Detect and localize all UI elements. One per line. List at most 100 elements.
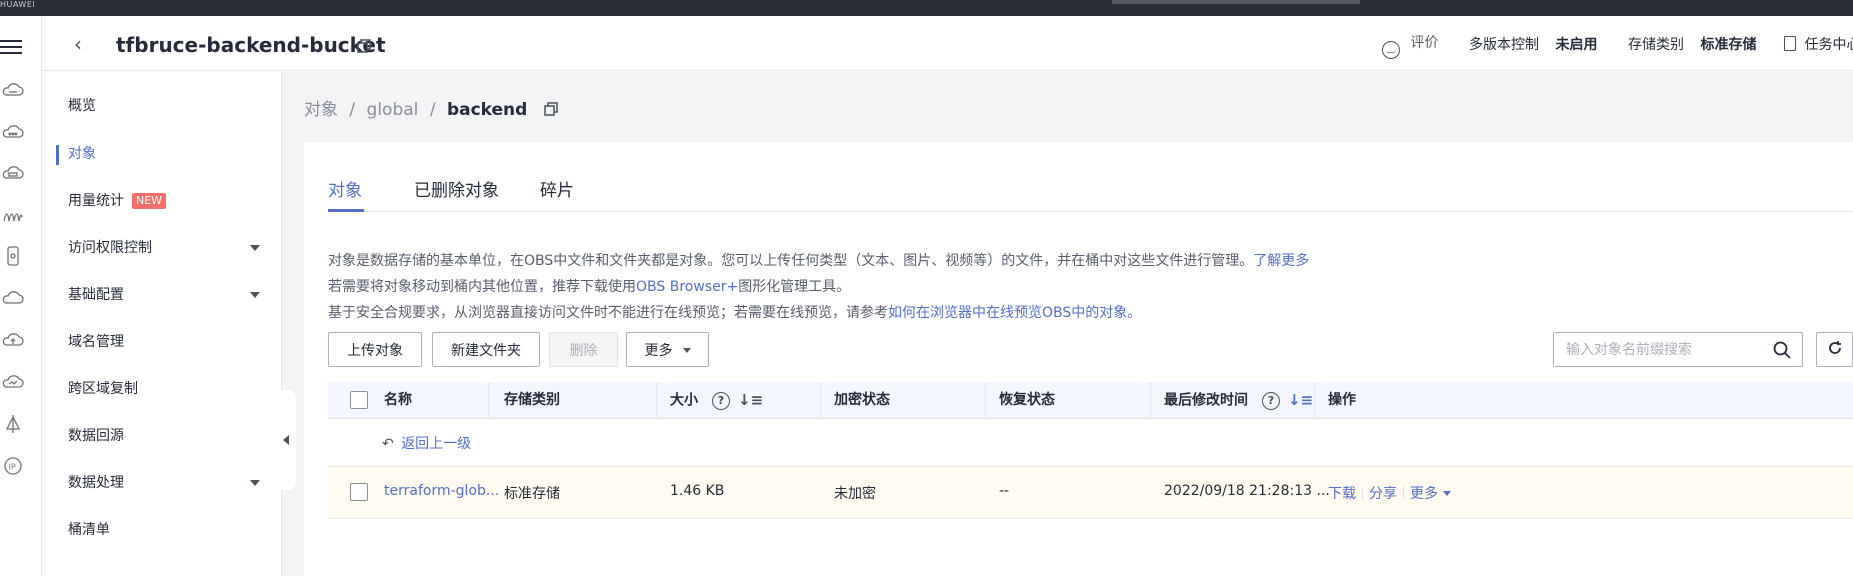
column-divider xyxy=(1314,382,1315,419)
objects-card: 对象 已删除对象 碎片 对象是数据存储的基本单位，在OBS中文件和文件夹都是对象… xyxy=(304,142,1853,576)
caret-down-icon[interactable] xyxy=(250,245,260,251)
ip-icon[interactable]: IP xyxy=(0,454,26,478)
more-link[interactable]: 更多 xyxy=(1410,486,1451,502)
bucket-header: ‹ tfbruce-backend-bucket ‿ 评价 多版本控制 未启用 … xyxy=(42,16,1853,71)
task-list-icon xyxy=(1784,36,1796,51)
sidebar-item-usage[interactable]: 用量统计 NEW xyxy=(68,190,167,212)
breadcrumb-current: backend xyxy=(446,100,528,120)
sidebar-item-cross-region[interactable]: 跨区域复制 xyxy=(68,378,138,400)
table-header: 名称 存储类别 大小? ↓≡ 加密状态 恢复状态 最后修改时间? ↓≡ 操作 xyxy=(328,382,1853,419)
sidebar-item-data-processing[interactable]: 数据处理 xyxy=(68,472,124,494)
preview-help-link[interactable]: 如何在浏览器中在线预览OBS中的对象。 xyxy=(888,305,1141,321)
menu-icon[interactable] xyxy=(0,36,26,58)
object-tabs: 对象 已删除对象 碎片 xyxy=(328,142,1853,212)
column-size: 大小? ↓≡ xyxy=(670,382,763,419)
tab-fragments[interactable]: 碎片 xyxy=(540,176,574,201)
network-icon[interactable] xyxy=(0,202,26,226)
upload-object-button[interactable]: 上传对象 xyxy=(328,332,422,367)
sidebar-item-domain[interactable]: 域名管理 xyxy=(68,331,124,353)
mobile-icon[interactable] xyxy=(0,244,26,268)
object-name-link[interactable]: terraform-glob... xyxy=(384,483,499,499)
task-center-label: 任务中心 xyxy=(1804,37,1853,53)
breadcrumb-global[interactable]: global xyxy=(367,100,419,120)
breadcrumb-separator: / xyxy=(429,100,436,120)
learn-more-link[interactable]: 了解更多 xyxy=(1253,253,1309,269)
search-input[interactable] xyxy=(1554,333,1754,366)
obs-browser-link[interactable]: OBS Browser+ xyxy=(636,279,738,295)
column-actions: 操作 xyxy=(1328,392,1356,408)
sidebar-item-inventory[interactable]: 桶清单 xyxy=(68,519,110,541)
sail-icon[interactable] xyxy=(0,412,26,436)
huawei-logo: HUAWEI xyxy=(0,0,36,9)
caret-down-icon[interactable] xyxy=(250,292,260,298)
cloud-monitor-icon[interactable] xyxy=(0,370,26,394)
copy-icon[interactable] xyxy=(543,101,559,117)
cloud-icon[interactable] xyxy=(0,286,26,310)
share-link[interactable]: 分享 xyxy=(1369,486,1397,502)
delete-button[interactable]: 删除 xyxy=(549,332,618,367)
breadcrumb-root[interactable]: 对象 xyxy=(304,100,338,120)
feedback-label: 评价 xyxy=(1410,35,1439,51)
sidebar-item-label: 用量统计 xyxy=(68,193,124,209)
column-size-label: 大小 xyxy=(670,392,698,409)
column-encryption: 加密状态 xyxy=(834,392,890,408)
service-icon-rail: IP xyxy=(0,16,42,576)
caret-down-icon xyxy=(682,348,691,353)
sort-icon[interactable]: ↓≡ xyxy=(738,382,763,419)
task-center-button[interactable]: 任务中心 xyxy=(1784,34,1853,54)
new-badge: NEW xyxy=(132,193,167,209)
download-link[interactable]: 下载 xyxy=(1328,486,1356,502)
sidebar-item-back-to-source[interactable]: 数据回源 xyxy=(68,425,124,447)
new-folder-button[interactable]: 新建文件夹 xyxy=(432,332,540,367)
help-icon[interactable]: ? xyxy=(712,391,730,410)
cloud-server-icon[interactable] xyxy=(0,120,26,144)
storage-class-label: 存储类别 xyxy=(1628,37,1684,53)
back-to-parent-link[interactable]: ↶ 返回上一级 xyxy=(382,433,471,453)
sidebar-item-objects[interactable]: 对象 xyxy=(68,143,96,165)
object-search[interactable] xyxy=(1553,332,1803,367)
sidebar-collapse-handle[interactable] xyxy=(278,390,296,490)
help-icon[interactable]: ? xyxy=(1262,391,1280,410)
copy-icon[interactable] xyxy=(356,38,372,54)
object-modified: 2022/09/18 21:28:13 ... xyxy=(1164,483,1330,499)
sidebar-item-overview[interactable]: 概览 xyxy=(68,95,96,117)
select-all-checkbox[interactable] xyxy=(350,391,368,409)
column-divider xyxy=(656,382,657,419)
table-row: terraform-glob... 标准存储 1.46 KB 未加密 -- 20… xyxy=(328,467,1853,519)
more-label: 更多 xyxy=(644,342,673,359)
sidebar-item-basic-config[interactable]: 基础配置 xyxy=(68,284,124,306)
refresh-button[interactable] xyxy=(1816,332,1853,367)
search-icon[interactable] xyxy=(1772,340,1792,360)
more-actions-button[interactable]: 更多 xyxy=(626,332,709,367)
svg-text:IP: IP xyxy=(9,463,16,472)
object-size: 1.46 KB xyxy=(670,483,725,499)
cloud-upload-icon[interactable] xyxy=(0,328,26,352)
action-divider xyxy=(1403,486,1404,500)
info-line-3: 基于安全合规要求，从浏览器直接访问文件时不能进行在线预览；若需要在线预览，请参考… xyxy=(328,302,1141,322)
info-text: 若需要将对象移动到桶内其他位置，推荐下载使用 xyxy=(328,279,636,295)
return-arrow-icon: ↶ xyxy=(382,436,394,452)
back-to-parent-label: 返回上一级 xyxy=(401,436,472,452)
tab-deleted-objects[interactable]: 已删除对象 xyxy=(414,176,499,201)
caret-down-icon[interactable] xyxy=(250,480,260,486)
bucket-sidenav: 概览 对象 用量统计 NEW 访问权限控制 基础配置 域名管理 跨区域复制 数据回… xyxy=(42,71,282,576)
active-tab-indicator xyxy=(328,209,364,212)
object-encryption: 未加密 xyxy=(834,486,876,502)
storage-class-status: 存储类别 标准存储 xyxy=(1628,34,1756,54)
breadcrumb: 对象 / global / backend xyxy=(304,95,558,120)
cloud-database-icon[interactable] xyxy=(0,161,26,185)
row-checkbox[interactable] xyxy=(350,483,368,501)
back-icon[interactable]: ‹ xyxy=(74,32,82,56)
column-modified: 最后修改时间? ↓≡ xyxy=(1164,382,1313,419)
top-bar: HUAWEI xyxy=(0,0,1853,16)
feedback-button[interactable]: ‿ 评价 xyxy=(1382,32,1438,59)
active-indicator xyxy=(56,145,59,165)
cloud-storage-icon[interactable] xyxy=(0,78,26,102)
info-text: 基于安全合规要求，从浏览器直接访问文件时不能进行在线预览；若需要在线预览，请参考 xyxy=(328,305,888,321)
top-bar-tab[interactable] xyxy=(1112,0,1360,4)
column-name: 名称 xyxy=(384,392,412,408)
sort-icon[interactable]: ↓≡ xyxy=(1288,382,1313,419)
tab-objects[interactable]: 对象 xyxy=(328,176,362,201)
sidebar-item-access-control[interactable]: 访问权限控制 xyxy=(68,237,152,259)
more-link-label: 更多 xyxy=(1410,486,1438,502)
